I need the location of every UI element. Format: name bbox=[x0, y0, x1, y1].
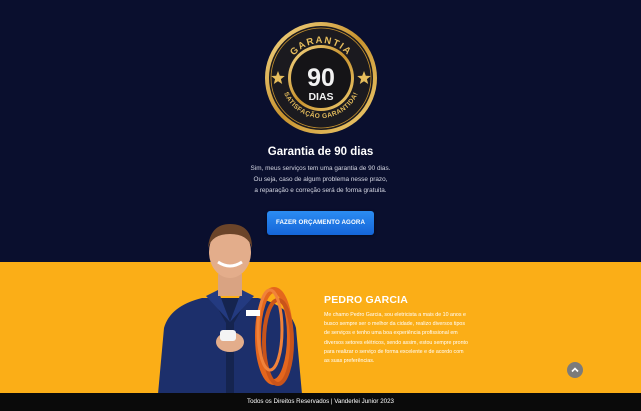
bio-line: Me chamo Pedro Garcia, sou eletricista a… bbox=[324, 312, 466, 318]
seal-unit: DIAS bbox=[308, 91, 333, 103]
guarantee-seal: GARANTIA SATISFAÇÃO GARANTIDA! 90 DIAS bbox=[265, 22, 377, 134]
bio-line: busco sempre ser o melhor da cidade, rea… bbox=[324, 321, 466, 328]
electrician-name: PEDRO GARCIA bbox=[324, 294, 409, 306]
chevron-up-icon bbox=[571, 367, 579, 373]
electrician-bio: Me chamo Pedro Garcia, sou eletricista a… bbox=[324, 311, 504, 366]
scroll-to-top-button[interactable] bbox=[567, 362, 583, 378]
footer: Todos os Direitos Reservados | Vanderlei… bbox=[0, 393, 641, 411]
guarantee-description: Sim, meus serviços tem uma garantia de 9… bbox=[0, 163, 641, 196]
guarantee-title: Garantia de 90 dias bbox=[267, 146, 374, 158]
guarantee-line: a reparação e correção será de forma gra… bbox=[254, 187, 387, 194]
footer-copyright: Todos os Direitos Reservados | Vanderlei… bbox=[247, 398, 394, 405]
about-section bbox=[0, 262, 641, 393]
bio-line: de serviços e tenho uma boa experiência … bbox=[324, 330, 458, 337]
guarantee-line: Sim, meus serviços tem uma garantia de 9… bbox=[250, 165, 391, 172]
bio-line: para realizar o serviço de forma excelen… bbox=[324, 348, 464, 355]
guarantee-line: Ou seja, caso de algum problema nesse pr… bbox=[253, 176, 388, 183]
bio-line: as suas preferências. bbox=[324, 358, 375, 365]
electrician-photo bbox=[158, 224, 302, 394]
bio-line: diversos setores elétricos, sendo assim,… bbox=[324, 339, 468, 346]
seal-number: 90 bbox=[307, 64, 335, 92]
